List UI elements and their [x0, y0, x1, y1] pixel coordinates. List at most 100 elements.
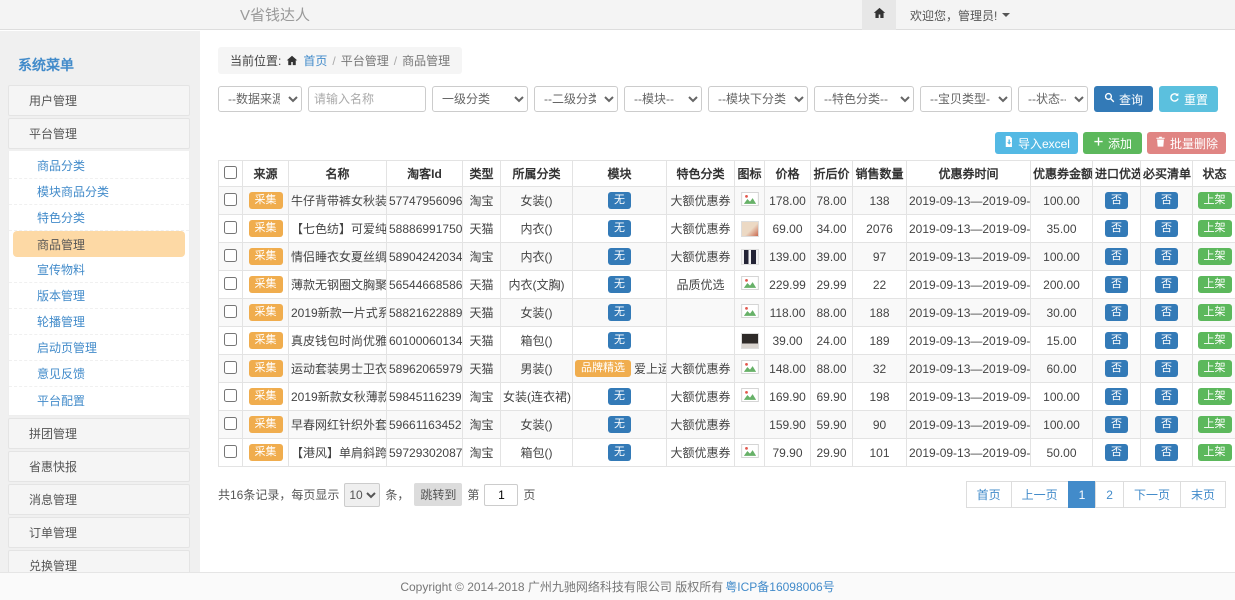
row-checkbox[interactable]: [224, 221, 237, 234]
app-title: V省钱达人: [240, 4, 310, 25]
home-icon: [873, 7, 886, 23]
import-select-toggle[interactable]: 否: [1105, 220, 1128, 237]
sidebar-subitem[interactable]: 商品管理: [13, 231, 185, 257]
must-buy-toggle[interactable]: 否: [1155, 444, 1178, 461]
sidebar-item[interactable]: 消息管理: [8, 484, 190, 515]
status-badge[interactable]: 上架: [1198, 192, 1232, 209]
sidebar-subitem[interactable]: 特色分类: [9, 205, 189, 231]
batch-delete-button[interactable]: 批量删除: [1147, 132, 1226, 154]
category-level1-select[interactable]: 一级分类: [432, 86, 528, 112]
select-all-checkbox[interactable]: [224, 166, 237, 179]
row-checkbox[interactable]: [224, 361, 237, 374]
cell-must-buy: 否: [1141, 187, 1193, 215]
cell-select: [219, 187, 243, 215]
data-source-select[interactable]: --数据来源--: [218, 86, 302, 112]
page-button[interactable]: 下一页: [1123, 481, 1181, 508]
import-select-toggle[interactable]: 否: [1105, 360, 1128, 377]
home-button[interactable]: [862, 0, 896, 30]
sidebar-subitem[interactable]: 宣传物料: [9, 257, 189, 283]
row-checkbox[interactable]: [224, 333, 237, 346]
pagination-buttons: 首页上一页12下一页末页: [967, 481, 1226, 508]
status-select[interactable]: --状态--: [1018, 86, 1088, 112]
cell-name: 【港风】单肩斜跨链条...: [289, 439, 387, 467]
cell-icon: [735, 215, 765, 243]
import-select-toggle[interactable]: 否: [1105, 276, 1128, 293]
must-buy-toggle[interactable]: 否: [1155, 360, 1178, 377]
add-button[interactable]: 添加: [1083, 132, 1142, 154]
page-button[interactable]: 上一页: [1011, 481, 1069, 508]
breadcrumb-home-link[interactable]: 首页: [303, 52, 327, 69]
import-select-toggle[interactable]: 否: [1105, 332, 1128, 349]
must-buy-toggle[interactable]: 否: [1155, 248, 1178, 265]
page-button[interactable]: 1: [1068, 481, 1097, 508]
row-checkbox[interactable]: [224, 417, 237, 430]
cell-category: 男装(): [501, 355, 573, 383]
module-subcategory-select[interactable]: --模块下分类--: [708, 86, 808, 112]
sidebar-subitem[interactable]: 版本管理: [9, 283, 189, 309]
sidebar-subitem[interactable]: 商品分类: [9, 153, 189, 179]
cell-taoke-id: 597293020870: [387, 439, 463, 467]
table-row: 采集情侣睡衣女夏丝绸男士...589042420344淘宝内衣()无大额优惠券1…: [219, 243, 1235, 271]
import-select-toggle[interactable]: 否: [1105, 444, 1128, 461]
sidebar-subitem[interactable]: 平台配置: [9, 387, 189, 413]
page-button[interactable]: 末页: [1180, 481, 1226, 508]
row-checkbox[interactable]: [224, 305, 237, 318]
cell-select: [219, 215, 243, 243]
import-excel-button[interactable]: 导入excel: [995, 132, 1078, 154]
row-checkbox[interactable]: [224, 445, 237, 458]
must-buy-toggle[interactable]: 否: [1155, 192, 1178, 209]
sidebar-item[interactable]: 订单管理: [8, 517, 190, 548]
cell-coupon-time: 2019-09-13—2019-09-20: [907, 243, 1031, 271]
plus-icon: [1093, 136, 1104, 150]
icp-link[interactable]: 粤ICP备16098006号: [725, 578, 834, 595]
feature-category-select[interactable]: --特色分类--: [814, 86, 914, 112]
item-type-select[interactable]: --宝贝类型--: [920, 86, 1012, 112]
status-badge[interactable]: 上架: [1198, 276, 1232, 293]
status-badge[interactable]: 上架: [1198, 388, 1232, 405]
must-buy-toggle[interactable]: 否: [1155, 304, 1178, 321]
sidebar-item[interactable]: 用户管理: [8, 85, 190, 116]
row-checkbox[interactable]: [224, 277, 237, 290]
import-select-toggle[interactable]: 否: [1105, 388, 1128, 405]
row-checkbox[interactable]: [224, 193, 237, 206]
status-badge[interactable]: 上架: [1198, 416, 1232, 433]
status-badge[interactable]: 上架: [1198, 360, 1232, 377]
import-select-toggle[interactable]: 否: [1105, 416, 1128, 433]
import-select-toggle[interactable]: 否: [1105, 248, 1128, 265]
search-button[interactable]: 查询: [1094, 86, 1153, 112]
status-badge[interactable]: 上架: [1198, 248, 1232, 265]
status-badge[interactable]: 上架: [1198, 332, 1232, 349]
sidebar-subitem[interactable]: 意见反馈: [9, 361, 189, 387]
jump-to-button[interactable]: 跳转到: [414, 483, 462, 506]
cell-name: 牛仔背带裤女秋装减龄...: [289, 187, 387, 215]
sidebar-subitem[interactable]: 启动页管理: [9, 335, 189, 361]
name-search-input[interactable]: [308, 86, 426, 112]
reset-button[interactable]: 重置: [1159, 86, 1218, 112]
status-badge[interactable]: 上架: [1198, 444, 1232, 461]
status-badge[interactable]: 上架: [1198, 304, 1232, 321]
row-checkbox[interactable]: [224, 249, 237, 262]
user-menu[interactable]: 欢迎您，管理员!: [910, 7, 1010, 24]
category-level2-select[interactable]: --二级分类--: [534, 86, 618, 112]
sidebar-item[interactable]: 拼团管理: [8, 418, 190, 449]
must-buy-toggle[interactable]: 否: [1155, 416, 1178, 433]
module-select[interactable]: --模块--: [624, 86, 702, 112]
page-button[interactable]: 2: [1095, 481, 1124, 508]
row-checkbox[interactable]: [224, 389, 237, 402]
page-size-select[interactable]: 10: [344, 483, 380, 507]
sidebar-item[interactable]: 省惠快报: [8, 451, 190, 482]
sidebar-subitem[interactable]: 模块商品分类: [9, 179, 189, 205]
table-row: 采集2019新款女秋薄款...598451162391淘宝女装(连衣裙)无大额优…: [219, 383, 1235, 411]
page-button[interactable]: 首页: [966, 481, 1012, 508]
status-badge[interactable]: 上架: [1198, 220, 1232, 237]
import-select-toggle[interactable]: 否: [1105, 192, 1128, 209]
must-buy-toggle[interactable]: 否: [1155, 220, 1178, 237]
page-number-input[interactable]: [484, 484, 518, 506]
sidebar-item[interactable]: 平台管理: [8, 118, 190, 149]
must-buy-toggle[interactable]: 否: [1155, 388, 1178, 405]
sidebar-subitem[interactable]: 轮播管理: [9, 309, 189, 335]
breadcrumb-item: 平台管理: [341, 52, 389, 69]
import-select-toggle[interactable]: 否: [1105, 304, 1128, 321]
must-buy-toggle[interactable]: 否: [1155, 332, 1178, 349]
must-buy-toggle[interactable]: 否: [1155, 276, 1178, 293]
